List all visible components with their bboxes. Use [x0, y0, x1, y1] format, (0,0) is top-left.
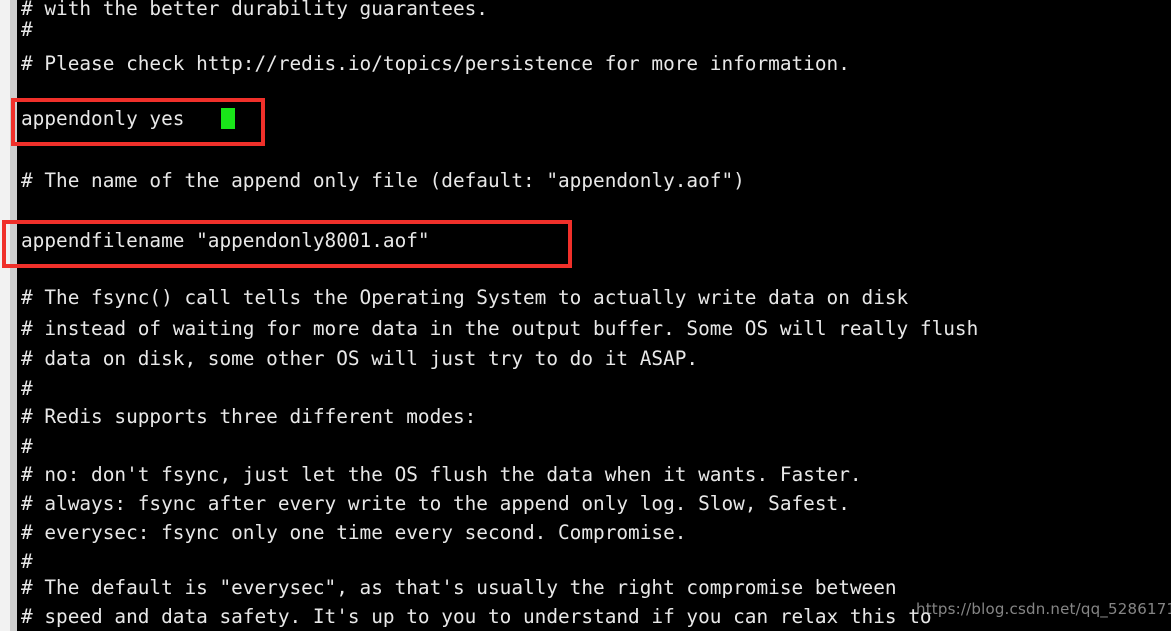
code-line: # The fsync() call tells the Operating S… — [21, 286, 909, 309]
code-line: # no: don't fsync, just let the OS flush… — [21, 463, 862, 486]
code-line: # Please check http://redis.io/topics/pe… — [21, 52, 850, 75]
code-line: # — [21, 377, 33, 400]
code-line: # Redis supports three different modes: — [21, 405, 477, 428]
text-cursor — [221, 108, 235, 129]
code-line: # with the better durability guarantees. — [21, 0, 488, 20]
terminal-text-area[interactable]: # with the better durability guarantees.… — [0, 0, 1171, 631]
code-line: # everysec: fsync only one time every se… — [21, 521, 687, 544]
code-line: # always: fsync after every write to the… — [21, 492, 850, 515]
code-line: # speed and data safety. It's up to you … — [21, 605, 932, 628]
code-line: # — [21, 435, 33, 458]
code-line-appendonly: appendonly yes — [21, 107, 185, 130]
terminal-screen: # with the better durability guarantees.… — [0, 0, 1171, 631]
code-line: # instead of waiting for more data in th… — [21, 317, 979, 340]
code-line: # — [21, 550, 33, 573]
csdn-watermark: https://blog.csdn.net/qq_52861718 — [916, 600, 1171, 618]
code-line: # data on disk, some other OS will just … — [21, 347, 699, 370]
code-line: # The default is "everysec", as that's u… — [21, 576, 897, 599]
code-line: # The name of the append only file (defa… — [21, 169, 745, 192]
code-line: # — [21, 18, 33, 41]
code-line-appendfilename: appendfilename "appendonly8001.aof" — [21, 229, 430, 252]
